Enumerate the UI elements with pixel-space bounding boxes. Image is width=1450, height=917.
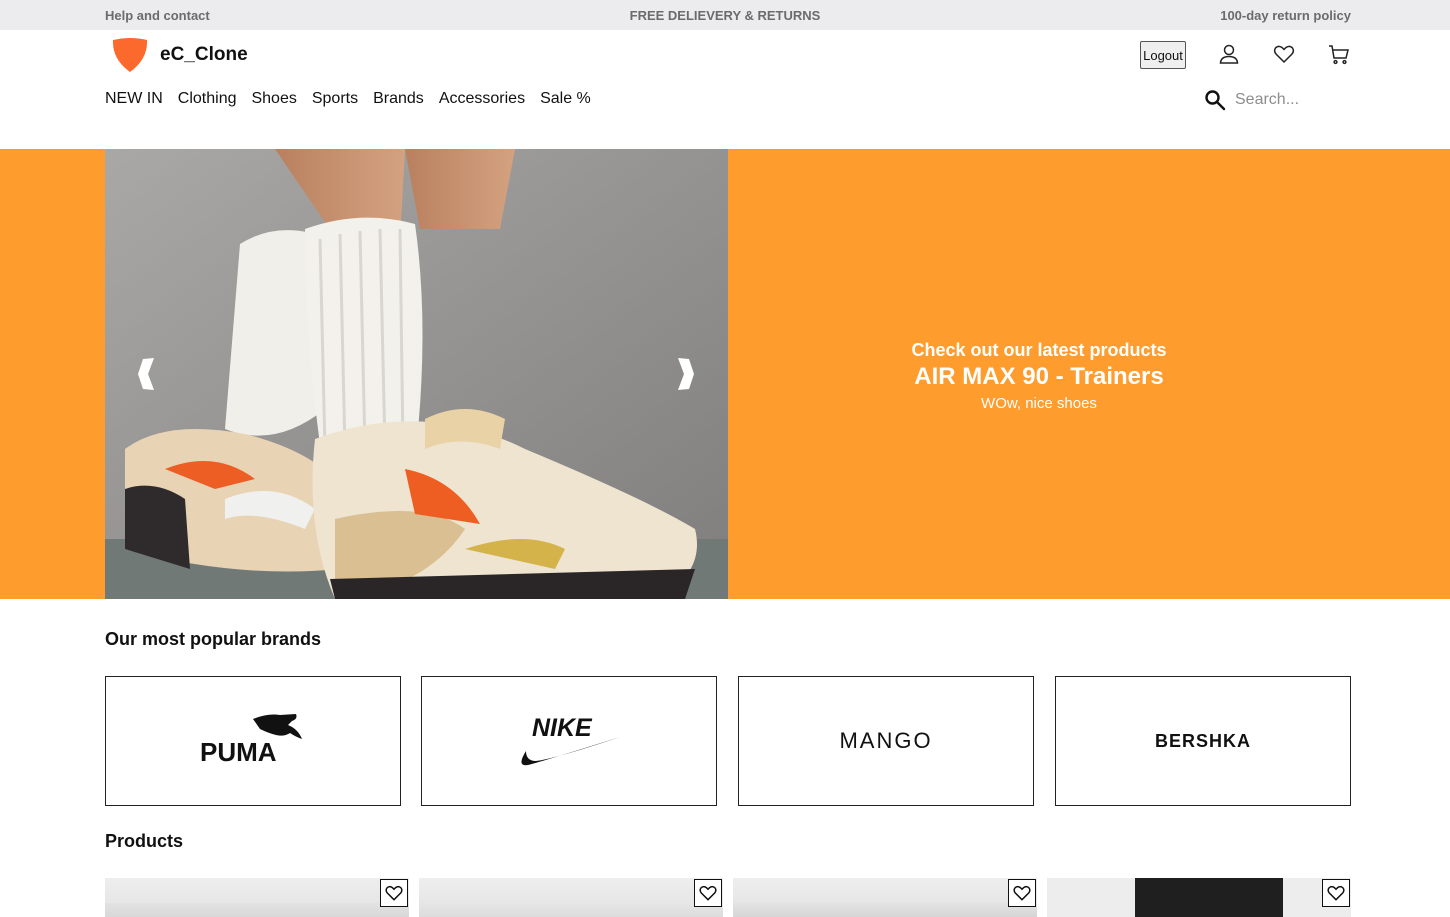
user-icon[interactable]: [1217, 42, 1241, 66]
logo-text[interactable]: eC_Clone: [160, 44, 248, 66]
top-bar: FREE DELIEVERY & RETURNS Help and contac…: [0, 0, 1450, 30]
brand-card-mango[interactable]: MANGO: [738, 676, 1034, 806]
wishlist-heart-button[interactable]: [694, 879, 722, 907]
bershka-logo: BERSHKA: [1154, 730, 1251, 751]
nav-item-clothing[interactable]: Clothing: [178, 90, 237, 108]
product-card[interactable]: [419, 878, 723, 917]
hero-subtitle: Check out our latest products: [911, 340, 1167, 360]
nav-item-sports[interactable]: Sports: [312, 90, 358, 108]
cart-icon[interactable]: [1327, 42, 1351, 66]
brand-card-nike[interactable]: NIKE: [421, 676, 717, 806]
main-nav: NEW IN Clothing Shoes Sports Brands Acce…: [105, 90, 606, 108]
product-image: [733, 903, 1037, 917]
product-image: [1135, 878, 1283, 917]
product-card[interactable]: [1047, 878, 1351, 917]
help-contact-link[interactable]: Help and contact: [105, 8, 210, 23]
nav-item-new-in[interactable]: NEW IN: [105, 90, 163, 108]
hero-tagline: WOw, nice shoes: [981, 395, 1097, 412]
hero-image: [105, 149, 728, 599]
puma-logo-text: PUMA: [200, 737, 277, 767]
brand-card-bershka[interactable]: BERSHKA: [1055, 676, 1351, 806]
wishlist-heart-button[interactable]: [1322, 879, 1350, 907]
carousel-next-arrow[interactable]: [676, 357, 696, 391]
search-icon[interactable]: [1204, 89, 1226, 111]
brand-card-puma[interactable]: PUMA: [105, 676, 401, 806]
heart-icon: [1327, 885, 1345, 901]
product-card[interactable]: [105, 878, 409, 917]
heart-icon: [699, 885, 717, 901]
products-section-title: Products: [105, 831, 184, 851]
hero-title[interactable]: AIR MAX 90 - Trainers: [728, 363, 1350, 391]
nav-item-accessories[interactable]: Accessories: [439, 90, 525, 108]
product-image: [105, 903, 409, 917]
search-input[interactable]: [1233, 88, 1355, 112]
nav-item-shoes[interactable]: Shoes: [251, 90, 296, 108]
nike-logo: NIKE: [521, 714, 620, 766]
carousel-prev-arrow[interactable]: [136, 357, 156, 391]
heart-icon: [1013, 885, 1031, 901]
hero-text-block: Check out our latest products AIR MAX 90…: [728, 340, 1350, 412]
heart-icon: [385, 885, 403, 901]
heart-icon[interactable]: [1272, 42, 1296, 66]
wishlist-heart-button[interactable]: [1008, 879, 1036, 907]
mango-logo: MANGO: [839, 728, 933, 753]
brands-section-title: Our most popular brands: [105, 629, 322, 649]
logo-icon[interactable]: [111, 37, 149, 73]
logout-button[interactable]: Logout: [1140, 41, 1186, 69]
return-policy-link[interactable]: 100-day return policy: [1220, 8, 1351, 23]
puma-logo: PUMA: [200, 714, 302, 767]
product-image: [419, 903, 723, 917]
product-card[interactable]: [733, 878, 1037, 917]
wishlist-heart-button[interactable]: [380, 879, 408, 907]
nav-item-brands[interactable]: Brands: [373, 90, 424, 108]
nav-item-sale[interactable]: Sale %: [540, 90, 591, 108]
nike-logo-text: NIKE: [532, 714, 593, 742]
